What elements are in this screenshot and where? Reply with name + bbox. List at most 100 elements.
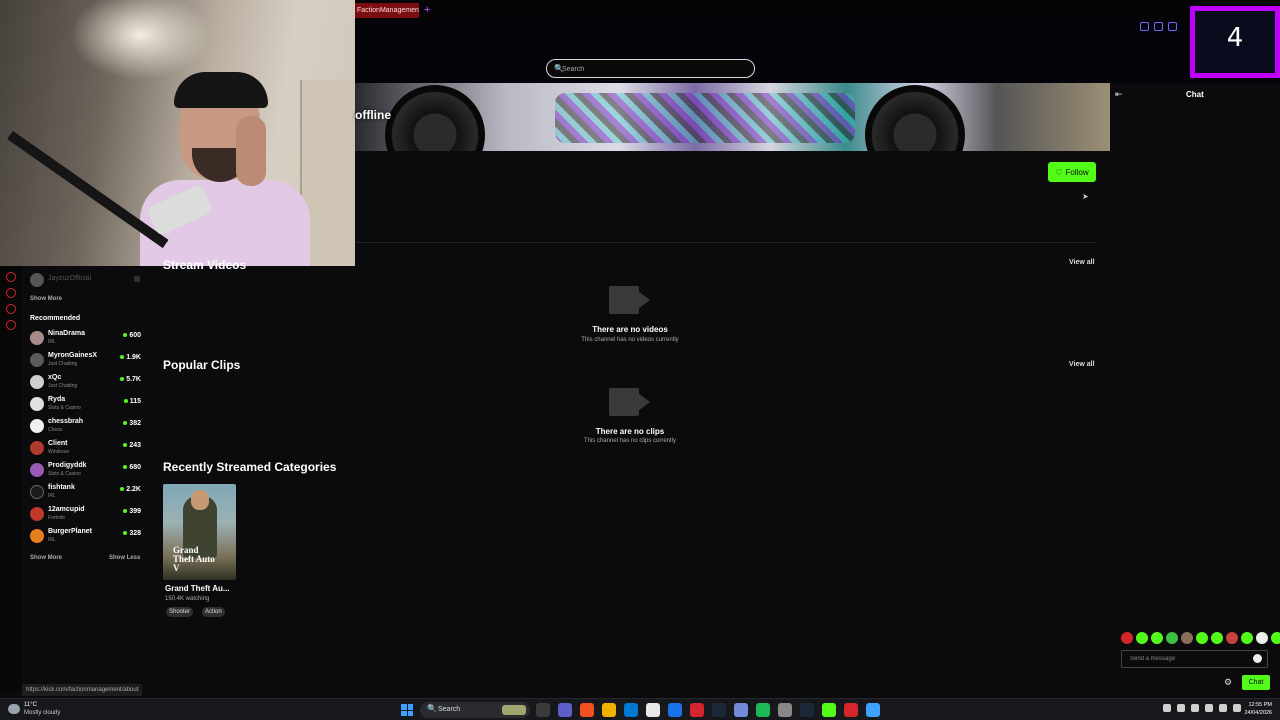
taskbar-app-icon[interactable] bbox=[536, 703, 550, 717]
list-item[interactable]: BurgerPlanet IRL 328 bbox=[30, 527, 144, 549]
channel-name: BurgerPlanet bbox=[48, 528, 92, 535]
monitor-icon[interactable] bbox=[1205, 704, 1213, 712]
video-camera-icon bbox=[609, 286, 651, 314]
taskbar-app-icon[interactable] bbox=[756, 703, 770, 717]
clips-empty-subtitle: This channel has no clips currently bbox=[583, 438, 677, 444]
clips-section-title: Popular Clips bbox=[163, 358, 241, 372]
emote-icon[interactable] bbox=[1196, 632, 1208, 644]
list-item[interactable]: MyronGainesX Just Chatting 1.9K bbox=[30, 351, 144, 373]
taskbar-app-icon[interactable] bbox=[844, 703, 858, 717]
videos-section-title: Stream Videos bbox=[163, 258, 247, 272]
taskbar-app-icon[interactable] bbox=[734, 703, 748, 717]
taskbar-app-icon[interactable] bbox=[712, 703, 726, 717]
share-icon[interactable]: ➤ bbox=[1082, 192, 1089, 201]
list-item[interactable]: 12amcupid Fortnite 399 bbox=[30, 505, 144, 527]
emote-icon[interactable] bbox=[1211, 632, 1223, 644]
shield-icon[interactable] bbox=[1168, 22, 1177, 31]
header-icons bbox=[1140, 22, 1177, 31]
channel-name: chessbrah bbox=[48, 418, 84, 425]
bookmark-icon[interactable] bbox=[1140, 22, 1149, 31]
video-camera-icon bbox=[609, 388, 651, 416]
taskbar-app-icon[interactable] bbox=[668, 703, 682, 717]
taskbar-app-icon[interactable] bbox=[778, 703, 792, 717]
taskbar-app-icon[interactable] bbox=[602, 703, 616, 717]
following-name: JayzuzOfficial bbox=[48, 275, 92, 282]
chat-message-input[interactable] bbox=[1121, 650, 1268, 668]
videos-view-all-link[interactable]: View all bbox=[1069, 259, 1095, 266]
chevron-up-icon[interactable] bbox=[1163, 704, 1171, 712]
taskbar-app-icon[interactable] bbox=[558, 703, 572, 717]
avatar bbox=[30, 419, 44, 433]
taskbar-search[interactable]: 🔍 Search bbox=[420, 702, 530, 718]
taskbar-clock[interactable]: 12:55 PM 24/04/2026 bbox=[1236, 701, 1272, 717]
category-name[interactable]: Grand Theft Au... bbox=[165, 584, 230, 593]
taskbar-app-icon[interactable] bbox=[646, 703, 660, 717]
taskbar-app-icon[interactable] bbox=[624, 703, 638, 717]
chat-send-button[interactable]: Chat bbox=[1242, 675, 1270, 690]
channel-category: IRL bbox=[48, 339, 56, 345]
emote-icon[interactable] bbox=[1166, 632, 1178, 644]
system-tray bbox=[1163, 704, 1241, 712]
emote-icon[interactable] bbox=[1151, 632, 1163, 644]
emote-icon[interactable] bbox=[1241, 632, 1253, 644]
browser-tab[interactable]: FactionManagement Stre bbox=[355, 3, 419, 18]
follow-button[interactable]: ♡ Follow bbox=[1048, 162, 1096, 182]
avatar bbox=[30, 463, 44, 477]
clock-date: 24/04/2026 bbox=[1244, 710, 1272, 716]
list-item[interactable]: fishtank IRL 2.2K bbox=[30, 483, 144, 505]
taskbar-app-icon[interactable] bbox=[800, 703, 814, 717]
following-item[interactable]: JayzuzOfficial bbox=[30, 273, 144, 287]
show-more-button[interactable]: Show More bbox=[30, 555, 62, 561]
banner-graffiti bbox=[555, 93, 855, 143]
emoji-icon[interactable] bbox=[1253, 654, 1262, 663]
window-icon[interactable] bbox=[1154, 22, 1163, 31]
emote-icon[interactable] bbox=[1121, 632, 1133, 644]
list-item[interactable]: Ryda Slots & Casino 115 bbox=[30, 395, 144, 417]
videos-empty-title: There are no videos bbox=[592, 325, 668, 334]
emote-icon[interactable] bbox=[1226, 632, 1238, 644]
cloud-icon[interactable] bbox=[1177, 704, 1185, 712]
microphone-icon[interactable] bbox=[1191, 704, 1199, 712]
windows-start-icon[interactable] bbox=[401, 704, 413, 716]
emote-icon[interactable] bbox=[1181, 632, 1193, 644]
list-item[interactable]: chessbrah Chess 382 bbox=[30, 417, 144, 439]
category-card-thumbnail[interactable]: Grand Theft Auto V bbox=[163, 484, 236, 580]
list-item[interactable]: Client Windrose 243 bbox=[30, 439, 144, 461]
webcam-streamer bbox=[140, 70, 310, 266]
heart-icon: ♡ bbox=[1055, 167, 1063, 177]
gear-icon[interactable]: ⚙ bbox=[1224, 677, 1232, 688]
emote-icon[interactable] bbox=[1271, 632, 1280, 644]
taskbar-app-icon[interactable] bbox=[580, 703, 594, 717]
show-more-button[interactable]: Show More bbox=[30, 296, 62, 302]
list-item[interactable]: NinaDrama IRL 600 bbox=[30, 329, 144, 351]
viewer-count: 382 bbox=[123, 420, 141, 427]
emote-icon[interactable] bbox=[1256, 632, 1268, 644]
category-tag[interactable]: Action bbox=[202, 607, 225, 617]
taskbar-app-icon[interactable] bbox=[822, 703, 836, 717]
taskbar-app-icon[interactable] bbox=[866, 703, 880, 717]
list-item[interactable]: Prodigyddk Slots & Casino 680 bbox=[30, 461, 144, 483]
browse-icon[interactable] bbox=[6, 288, 16, 298]
emote-icon[interactable] bbox=[1136, 632, 1148, 644]
taskbar-app-icon[interactable] bbox=[690, 703, 704, 717]
home-icon[interactable] bbox=[6, 272, 16, 282]
channel-category: Windrose bbox=[48, 449, 70, 455]
network-icon[interactable] bbox=[1219, 704, 1227, 712]
show-less-button[interactable]: Show Less bbox=[109, 555, 140, 561]
new-tab-button[interactable]: + bbox=[424, 3, 430, 18]
taskbar-apps bbox=[536, 703, 880, 717]
site-search[interactable]: 🔍 bbox=[546, 59, 755, 78]
avatar bbox=[30, 273, 44, 287]
live-icon[interactable] bbox=[6, 320, 16, 330]
clips-view-all-link[interactable]: View all bbox=[1069, 361, 1095, 368]
following-icon[interactable] bbox=[6, 304, 16, 314]
sidebar: JayzuzOfficial Show More Recommended Nin… bbox=[22, 266, 146, 566]
cloud-icon bbox=[8, 704, 20, 714]
search-input[interactable] bbox=[562, 62, 742, 76]
list-item[interactable]: xQc Just Chatting 5.7K bbox=[30, 373, 144, 395]
search-icon: 🔍 bbox=[427, 704, 437, 713]
category-tag[interactable]: Shooter bbox=[166, 607, 194, 617]
videos-empty-subtitle: This channel has no videos currently bbox=[581, 337, 679, 343]
channel-banner bbox=[355, 83, 1110, 151]
collapse-chat-icon[interactable]: ⇤ bbox=[1115, 89, 1123, 100]
